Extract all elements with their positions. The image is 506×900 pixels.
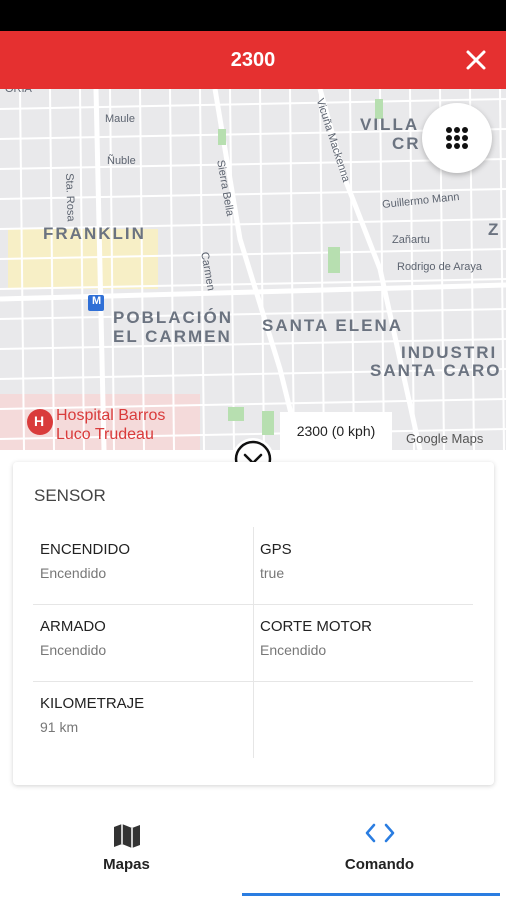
sensor-item-label: KILOMETRAJE <box>40 695 145 712</box>
map-label-rodrigo: Rodrigo de Araya <box>397 261 482 273</box>
map-label-el-carmen: EL CARMEN <box>113 327 232 346</box>
sensor-item-label: GPS <box>260 541 292 558</box>
page-title: 2300 <box>230 48 276 71</box>
map-label-nuble: Ñuble <box>107 155 136 167</box>
map-label-industri: INDUSTRI <box>401 343 498 362</box>
sensor-item-value: Encendido <box>40 642 107 658</box>
sensor-item-kilometraje: KILOMETRAJE 91 km <box>33 681 254 758</box>
map-label-z: Z <box>488 220 501 239</box>
active-tab-indicator <box>242 893 500 896</box>
sensor-item-value: true <box>260 565 285 581</box>
tab-label: Mapas <box>103 856 150 873</box>
close-icon[interactable] <box>464 48 488 72</box>
tab-mapas[interactable]: Mapas <box>0 800 253 900</box>
map-label-villa: VILLA <box>360 115 420 134</box>
sensor-item-label: ARMADO <box>40 618 106 635</box>
sensor-item-value: Encendido <box>40 565 107 581</box>
bottom-nav: Mapas Comando <box>0 800 506 900</box>
map-label-sta-rosa: Sta. Rosa <box>63 173 77 222</box>
map-label-santa-elena: SANTA ELENA <box>262 316 403 335</box>
grid-icon <box>446 127 468 149</box>
sensor-title: SENSOR <box>34 486 106 505</box>
sensor-item-corte-motor: CORTE MOTOR Encendido <box>253 604 473 682</box>
vehicle-marker-label[interactable]: 2300 (0 kph) <box>280 412 392 450</box>
tab-comando[interactable]: Comando <box>253 800 506 900</box>
metro-icon: M <box>92 295 102 307</box>
sensor-item-label: ENCENDIDO <box>40 541 131 558</box>
sensor-item-value: 91 km <box>40 719 79 735</box>
map-label-maule: Maule <box>105 113 135 125</box>
grid-menu-button[interactable] <box>422 103 492 173</box>
map-label-zanartu: Zañartu <box>392 234 430 246</box>
sensor-item-encendido: ENCENDIDO Encendido <box>33 527 254 605</box>
sensor-item-armado: ARMADO Encendido <box>33 604 254 682</box>
map-label-top-left: ORIA <box>5 89 32 95</box>
sensor-item-label: CORTE MOTOR <box>260 618 372 635</box>
hospital-icon: H <box>34 413 45 429</box>
code-icon <box>365 823 394 843</box>
google-attribution: Google Maps <box>406 431 484 446</box>
tab-label: Comando <box>344 856 415 873</box>
map-label-villa-cr: CR <box>392 134 421 153</box>
map-label-santa-caro: SANTA CARO <box>370 361 502 380</box>
header-bar: 2300 <box>0 31 506 89</box>
map-label-hospital[interactable]: Hospital Barros <box>56 406 165 425</box>
map-label-franklin: FRANKLIN <box>43 224 146 243</box>
map-icon <box>113 824 140 848</box>
map-label-hospital-2[interactable]: Luco Trudeau <box>56 425 154 444</box>
sensor-item-gps: GPS true <box>253 527 473 605</box>
map-label-poblacion: POBLACIÓN <box>113 308 233 327</box>
sensor-card: SENSOR ENCENDIDO Encendido GPS true ARMA… <box>13 462 494 785</box>
sensor-item-value: Encendido <box>260 642 327 658</box>
status-bar <box>0 0 506 31</box>
